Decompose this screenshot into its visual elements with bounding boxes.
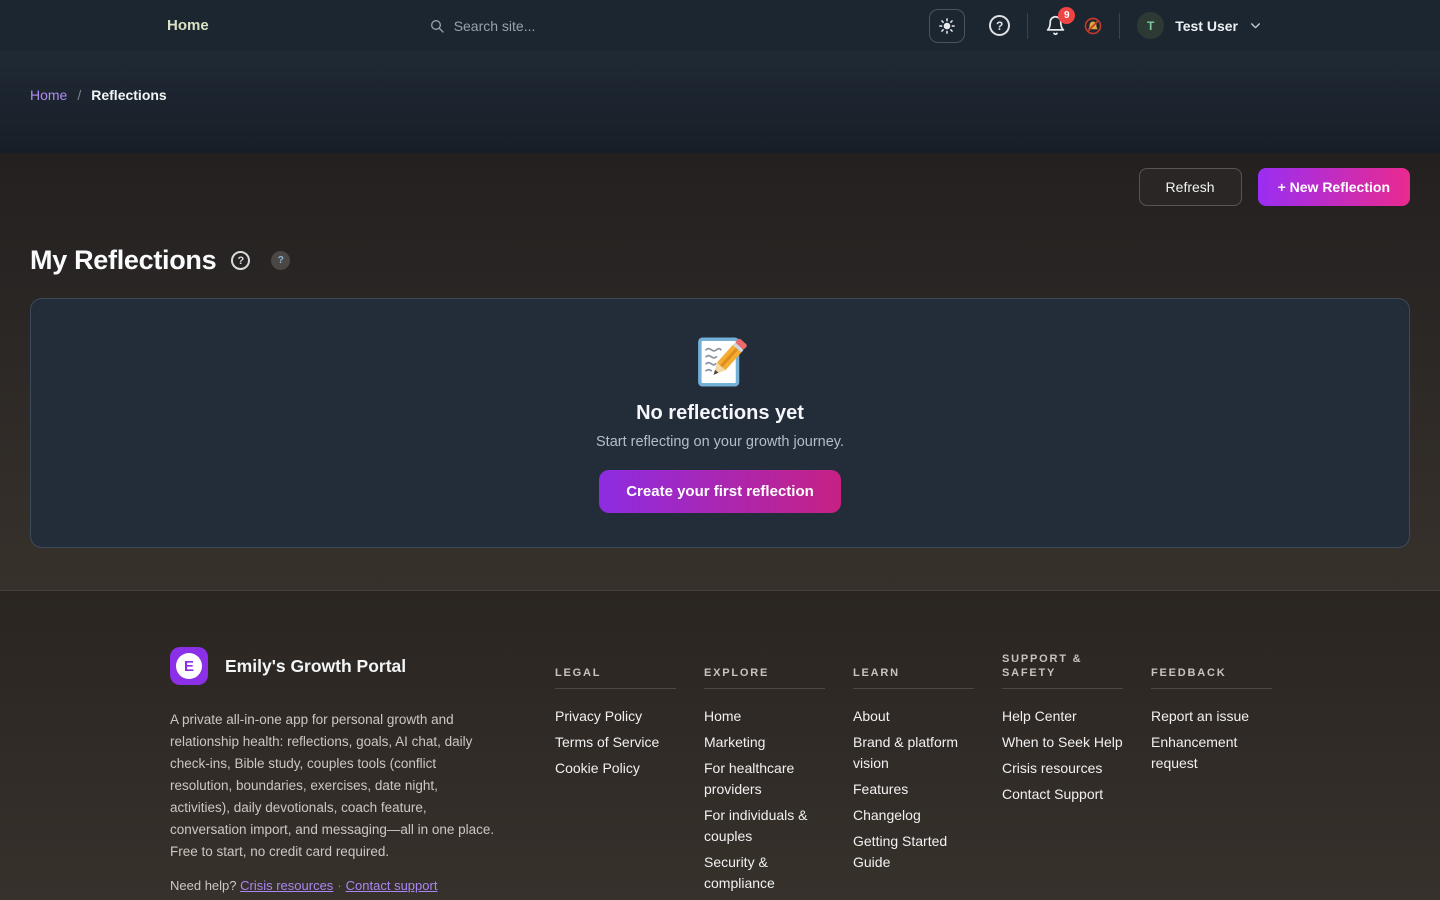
question-mark-icon: ? (996, 19, 1003, 33)
nav-home-link[interactable]: Home (167, 17, 209, 34)
user-menu[interactable]: T Test User (1137, 12, 1262, 39)
page-action-bar: Refresh + New Reflection (0, 153, 1440, 220)
footer-link[interactable]: Terms of Service (555, 732, 676, 753)
avatar: T (1137, 12, 1164, 39)
footer-link[interactable]: When to Seek Help (1002, 732, 1123, 753)
link-separator: · (337, 878, 341, 893)
title-help-icon[interactable]: ? (231, 251, 250, 270)
breadcrumb-separator: / (77, 87, 81, 103)
main-content: My Reflections ? ? (0, 245, 1440, 548)
footer-link[interactable]: Security & compliance (704, 852, 825, 894)
search-icon (429, 18, 445, 34)
footer-link[interactable]: Getting Started Guide (853, 831, 974, 873)
empty-state-card: No reflections yet Start reflecting on y… (30, 298, 1410, 548)
footer-links: Report an issue Enhancement request (1151, 689, 1272, 774)
create-first-reflection-button[interactable]: Create your first reflection (599, 470, 841, 513)
need-help-label: Need help? (170, 878, 237, 893)
page-title: My Reflections (30, 245, 216, 276)
footer-link[interactable]: Features (853, 779, 974, 800)
breadcrumb-band: Home / Reflections (0, 51, 1440, 153)
footer-column-title: LEGAL (555, 647, 676, 689)
user-name: Test User (1175, 18, 1238, 34)
new-reflection-button[interactable]: + New Reflection (1258, 168, 1410, 206)
footer-link[interactable]: For individuals & couples (704, 805, 825, 847)
bell-slash-icon (1084, 17, 1102, 35)
contact-support-link[interactable]: Contact support (346, 878, 438, 893)
breadcrumb: Home / Reflections (30, 87, 1440, 103)
brand-name: Emily's Growth Portal (225, 656, 406, 677)
chevron-down-icon (1249, 19, 1262, 32)
footer-link[interactable]: Help Center (1002, 706, 1123, 727)
footer-column-feedback: FEEDBACK Report an issue Enhancement requ… (1151, 647, 1272, 900)
footer-link[interactable]: Brand & platform vision (853, 732, 974, 774)
footer-brand-column: E Emily's Growth Portal A private all-in… (170, 647, 500, 900)
footer-need-help: Need help? Crisis resources · Contact supp… (170, 878, 500, 893)
footer-link[interactable]: Marketing (704, 732, 825, 753)
empty-state-title: No reflections yet (636, 402, 804, 425)
footer-link[interactable]: Enhancement request (1151, 732, 1272, 774)
empty-state-subtitle: Start reflecting on your growth journey. (596, 434, 844, 450)
footer-column-learn: LEARN About Brand & platform vision Featur… (853, 647, 974, 900)
title-tooltip-icon[interactable]: ? (271, 251, 290, 270)
crisis-resources-link[interactable]: Crisis resources (240, 878, 333, 893)
search-placeholder: Search site... (454, 18, 536, 34)
footer: E Emily's Growth Portal A private all-in… (0, 590, 1440, 900)
footer-column-explore: EXPLORE Home Marketing For healthcare prov… (704, 647, 825, 900)
breadcrumb-home-link[interactable]: Home (30, 87, 67, 103)
footer-link[interactable]: Privacy Policy (555, 706, 676, 727)
footer-column-title: EXPLORE (704, 647, 825, 689)
top-navbar: Home Search site... ? 9 T (0, 0, 1440, 51)
refresh-button[interactable]: Refresh (1139, 168, 1242, 206)
footer-links: Privacy Policy Terms of Service Cookie Pol… (555, 689, 676, 779)
notifications-button[interactable]: 9 (1045, 15, 1066, 36)
navbar-divider (1027, 13, 1028, 39)
footer-link[interactable]: About (853, 706, 974, 727)
footer-link[interactable]: Report an issue (1151, 706, 1272, 727)
footer-link[interactable]: Crisis resources (1002, 758, 1123, 779)
footer-link[interactable]: Changelog (853, 805, 974, 826)
memo-pencil-icon (692, 334, 748, 390)
footer-column-title: LEARN (853, 647, 974, 689)
mute-notifications-button[interactable] (1084, 17, 1102, 35)
footer-column-title: SUPPORT & SAFETY (1002, 647, 1123, 689)
footer-link[interactable]: Contact Support (1002, 784, 1123, 805)
brand-logo: E (170, 647, 208, 685)
help-button[interactable]: ? (989, 15, 1010, 36)
theme-toggle-button[interactable] (929, 9, 965, 43)
footer-link[interactable]: For healthcare providers (704, 758, 825, 800)
footer-column-legal: LEGAL Privacy Policy Terms of Service Cook… (555, 647, 676, 900)
footer-column-title: FEEDBACK (1151, 647, 1272, 689)
navbar-divider (1119, 13, 1120, 39)
footer-column-support-safety: SUPPORT & SAFETY Help Center When to Seek… (1002, 647, 1123, 900)
footer-brand-row: E Emily's Growth Portal (170, 647, 500, 685)
footer-links: Home Marketing For healthcare providers For… (704, 689, 825, 894)
footer-links: Help Center When to Seek Help Crisis resou… (1002, 689, 1123, 805)
footer-link[interactable]: Home (704, 706, 825, 727)
notification-badge: 9 (1058, 7, 1075, 24)
brand-logo-initial: E (176, 653, 202, 679)
breadcrumb-current: Reflections (91, 87, 166, 103)
sun-icon (938, 17, 956, 35)
footer-links: About Brand & platform vision Features Chan… (853, 689, 974, 873)
footer-description: A private all-in-one app for personal gr… (170, 709, 500, 863)
footer-link[interactable]: Cookie Policy (555, 758, 676, 779)
navbar-right-cluster: ? 9 T Test User (929, 9, 1262, 43)
title-row: My Reflections ? ? (30, 245, 1410, 276)
search-input[interactable]: Search site... (429, 18, 536, 34)
footer-columns: LEGAL Privacy Policy Terms of Service Cook… (555, 647, 1272, 900)
content-zone: Refresh + New Reflection My Reflections … (0, 153, 1440, 590)
